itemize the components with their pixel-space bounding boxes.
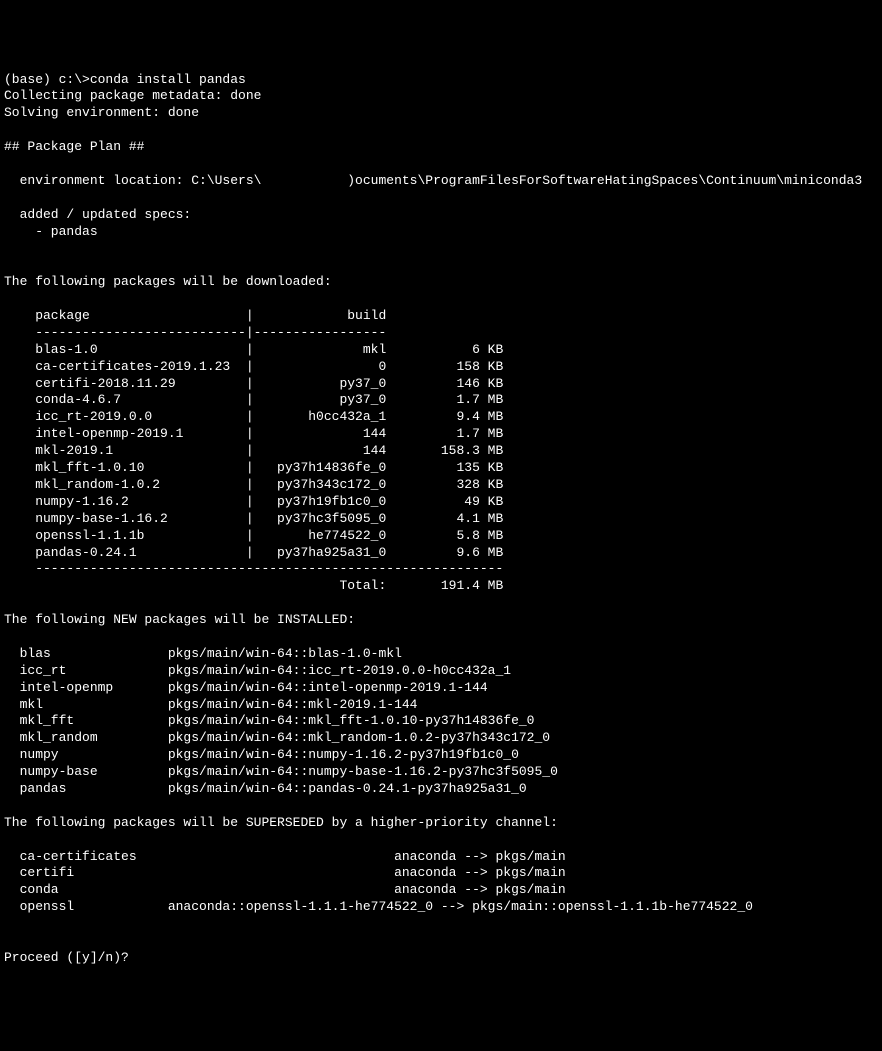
package-row: intel-openmp-2019.1 | 144 1.7 MB [4, 426, 503, 441]
supersede-row: ca-certificates anaconda --> pkgs/main [4, 849, 566, 864]
install-row: blas pkgs/main/win-64::blas-1.0-mkl [4, 646, 402, 661]
install-header: The following NEW packages will be INSTA… [4, 612, 355, 627]
solving-status: Solving environment: done [4, 105, 199, 120]
package-row: mkl-2019.1 | 144 158.3 MB [4, 443, 503, 458]
install-row: numpy pkgs/main/win-64::numpy-1.16.2-py3… [4, 747, 519, 762]
supersede-row: certifi anaconda --> pkgs/main [4, 865, 566, 880]
install-row: numpy-base pkgs/main/win-64::numpy-base-… [4, 764, 558, 779]
package-row: numpy-1.16.2 | py37h19fb1c0_0 49 KB [4, 494, 503, 509]
proceed-prompt[interactable]: Proceed ([y]/n)? [4, 950, 129, 965]
package-row: numpy-base-1.16.2 | py37hc3f5095_0 4.1 M… [4, 511, 503, 526]
added-specs-item: - pandas [4, 224, 98, 239]
table-divider: ---------------------------|------------… [4, 325, 386, 340]
package-row: ca-certificates-2019.1.23 | 0 158 KB [4, 359, 503, 374]
command-prompt[interactable]: (base) c:\>conda install pandas [4, 72, 246, 87]
package-row: icc_rt-2019.0.0 | h0cc432a_1 9.4 MB [4, 409, 503, 424]
added-specs-label: added / updated specs: [4, 207, 191, 222]
total-line: Total: 191.4 MB [4, 578, 503, 593]
download-header: The following packages will be downloade… [4, 274, 332, 289]
environment-location: environment location: C:\Users\ )ocument… [4, 173, 862, 188]
terminal-output: (base) c:\>conda install pandas Collecti… [4, 72, 878, 967]
package-row: openssl-1.1.1b | he774522_0 5.8 MB [4, 528, 503, 543]
package-row: conda-4.6.7 | py37_0 1.7 MB [4, 392, 503, 407]
install-row: mkl_fft pkgs/main/win-64::mkl_fft-1.0.10… [4, 713, 535, 728]
package-row: pandas-0.24.1 | py37ha925a31_0 9.6 MB [4, 545, 503, 560]
package-row: mkl_random-1.0.2 | py37h343c172_0 328 KB [4, 477, 503, 492]
install-row: icc_rt pkgs/main/win-64::icc_rt-2019.0.0… [4, 663, 511, 678]
install-row: mkl pkgs/main/win-64::mkl-2019.1-144 [4, 697, 417, 712]
supersede-row: conda anaconda --> pkgs/main [4, 882, 566, 897]
supersede-row: openssl anaconda::openssl-1.1.1-he774522… [4, 899, 753, 914]
supersede-header: The following packages will be SUPERSEDE… [4, 815, 558, 830]
package-row: certifi-2018.11.29 | py37_0 146 KB [4, 376, 503, 391]
install-row: mkl_random pkgs/main/win-64::mkl_random-… [4, 730, 550, 745]
table-divider: ----------------------------------------… [4, 561, 503, 576]
install-row: intel-openmp pkgs/main/win-64::intel-ope… [4, 680, 488, 695]
collecting-status: Collecting package metadata: done [4, 88, 261, 103]
package-row: mkl_fft-1.0.10 | py37h14836fe_0 135 KB [4, 460, 503, 475]
package-row: blas-1.0 | mkl 6 KB [4, 342, 503, 357]
install-row: pandas pkgs/main/win-64::pandas-0.24.1-p… [4, 781, 527, 796]
table-header: package | build [4, 308, 386, 323]
package-plan-header: ## Package Plan ## [4, 139, 144, 154]
